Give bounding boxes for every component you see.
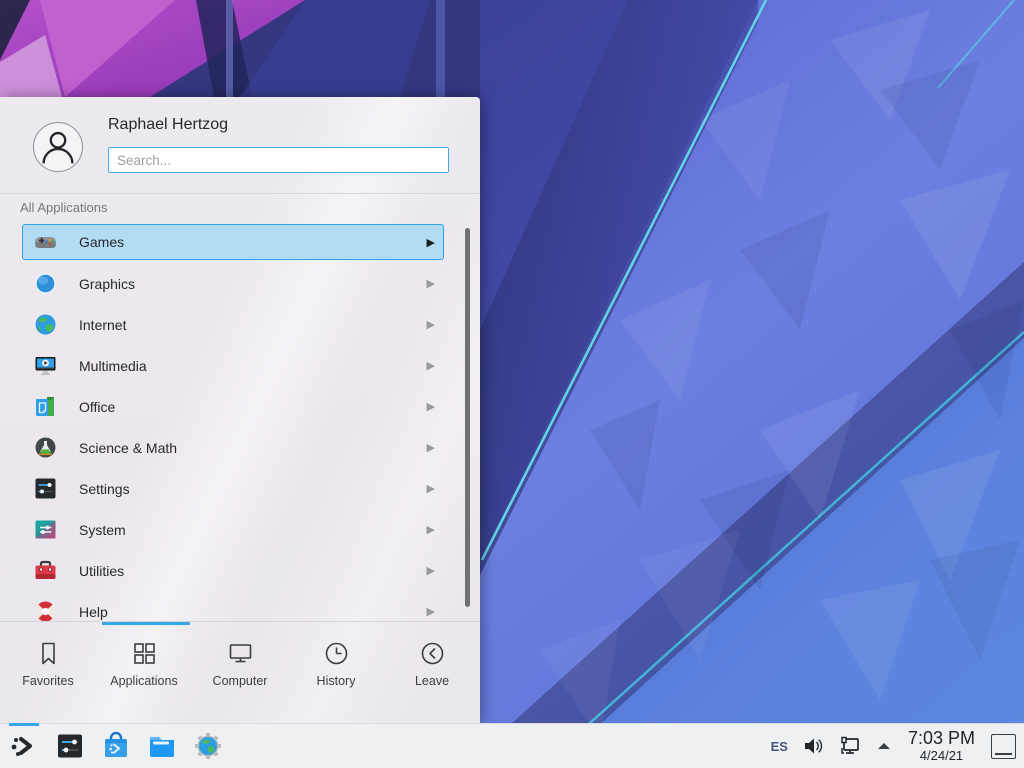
menu-item-graphics[interactable]: Graphics ▶ [22,263,444,304]
globe-icon [34,313,57,336]
leave-circle-icon [419,640,446,667]
kde-launcher-icon [9,731,39,761]
bookmark-icon [35,640,62,667]
menu-item-multimedia[interactable]: Multimedia ▶ [22,345,444,386]
menu-item-label: Internet [79,317,126,333]
submenu-arrow-icon: ▶ [427,564,435,577]
browser-globe-gear-icon [193,731,223,761]
monitor-play-icon [34,354,57,377]
tab-leave[interactable]: Leave [384,625,480,723]
tab-label: Leave [415,674,449,688]
menu-item-office[interactable]: Office ▶ [22,386,444,427]
volume-icon[interactable] [802,735,824,757]
taskbar-launchers [0,729,223,763]
menu-item-label: Settings [79,481,130,497]
submenu-arrow-icon: ▶ [427,236,435,249]
menu-item-science-math[interactable]: Science & Math ▶ [22,427,444,468]
kde-launcher-button[interactable] [9,729,39,763]
expand-tray-caret-icon[interactable] [876,740,892,752]
menu-item-internet[interactable]: Internet ▶ [22,304,444,345]
folder-icon [147,731,177,761]
desktop: Raphael Hertzog All Applications Games ▶ [0,0,1024,768]
monitor-icon [227,640,254,667]
grid-icon [131,640,158,667]
user-avatar [33,122,83,172]
submenu-arrow-icon: ▶ [427,482,435,495]
section-label: All Applications [20,200,107,215]
system-settings-button[interactable] [55,729,85,763]
system-tray: ES [771,729,1024,763]
tab-applications[interactable]: Applications [96,625,192,723]
network-icon[interactable] [838,734,862,758]
launcher-header: Raphael Hertzog [0,97,480,193]
documents-icon [34,395,57,418]
submenu-arrow-icon: ▶ [427,359,435,372]
user-name: Raphael Hertzog [108,116,228,134]
taskbar-panel: ES [0,723,1024,768]
sliders-icon [34,477,57,500]
user-icon [34,123,82,171]
menu-item-label: Science & Math [79,440,177,456]
tab-label: Applications [110,674,177,688]
file-manager-button[interactable] [147,729,177,763]
menu-item-label: Utilities [79,563,124,579]
menu-item-help[interactable]: Help ▶ [22,591,444,621]
submenu-arrow-icon: ▶ [427,605,435,618]
discover-store-icon [101,731,131,761]
menu-item-utilities[interactable]: Utilities ▶ [22,550,444,591]
tab-favorites[interactable]: Favorites [0,625,96,723]
launcher-tab-bar: Favorites Applications Computer [0,625,480,723]
sphere-icon [34,272,57,295]
flask-icon [34,436,57,459]
gamepad-icon [34,231,57,254]
tab-computer[interactable]: Computer [192,625,288,723]
keyboard-layout-indicator[interactable]: ES [771,739,788,754]
submenu-arrow-icon: ▶ [427,277,435,290]
discover-store-button[interactable] [101,729,131,763]
tab-bar-divider [0,621,480,622]
header-divider [0,193,480,194]
submenu-arrow-icon: ▶ [427,441,435,454]
tab-label: Computer [213,674,268,688]
submenu-arrow-icon: ▶ [427,523,435,536]
menu-item-games[interactable]: Games ▶ [22,224,444,260]
tab-label: History [317,674,356,688]
menu-item-label: Help [79,604,108,620]
menu-item-label: Office [79,399,115,415]
clock-time: 7:03 PM [908,729,975,749]
search-input[interactable] [108,147,449,173]
menu-item-settings[interactable]: Settings ▶ [22,468,444,509]
menu-item-label: Graphics [79,276,135,292]
menu-item-system[interactable]: System ▶ [22,509,444,550]
application-category-list: Games ▶ Graphics ▶ Intern [0,222,480,621]
menu-item-label: Multimedia [79,358,147,374]
scrollbar[interactable] [465,228,470,607]
menu-item-label: Games [79,234,124,250]
menu-item-label: System [79,522,126,538]
lifebuoy-icon [34,600,57,621]
system-settings-icon [55,731,85,761]
web-browser-button[interactable] [193,729,223,763]
active-app-indicator [9,723,39,726]
application-launcher-menu: Raphael Hertzog All Applications Games ▶ [0,97,480,723]
toolbox-icon [34,559,57,582]
system-sliders-icon [34,518,57,541]
submenu-arrow-icon: ▶ [427,400,435,413]
submenu-arrow-icon: ▶ [427,318,435,331]
clock-date: 4/24/21 [908,749,975,763]
digital-clock[interactable]: 7:03 PM 4/24/21 [908,729,975,763]
tab-label: Favorites [22,674,73,688]
show-desktop-button[interactable] [991,734,1016,759]
clock-icon [323,640,350,667]
tab-history[interactable]: History [288,625,384,723]
